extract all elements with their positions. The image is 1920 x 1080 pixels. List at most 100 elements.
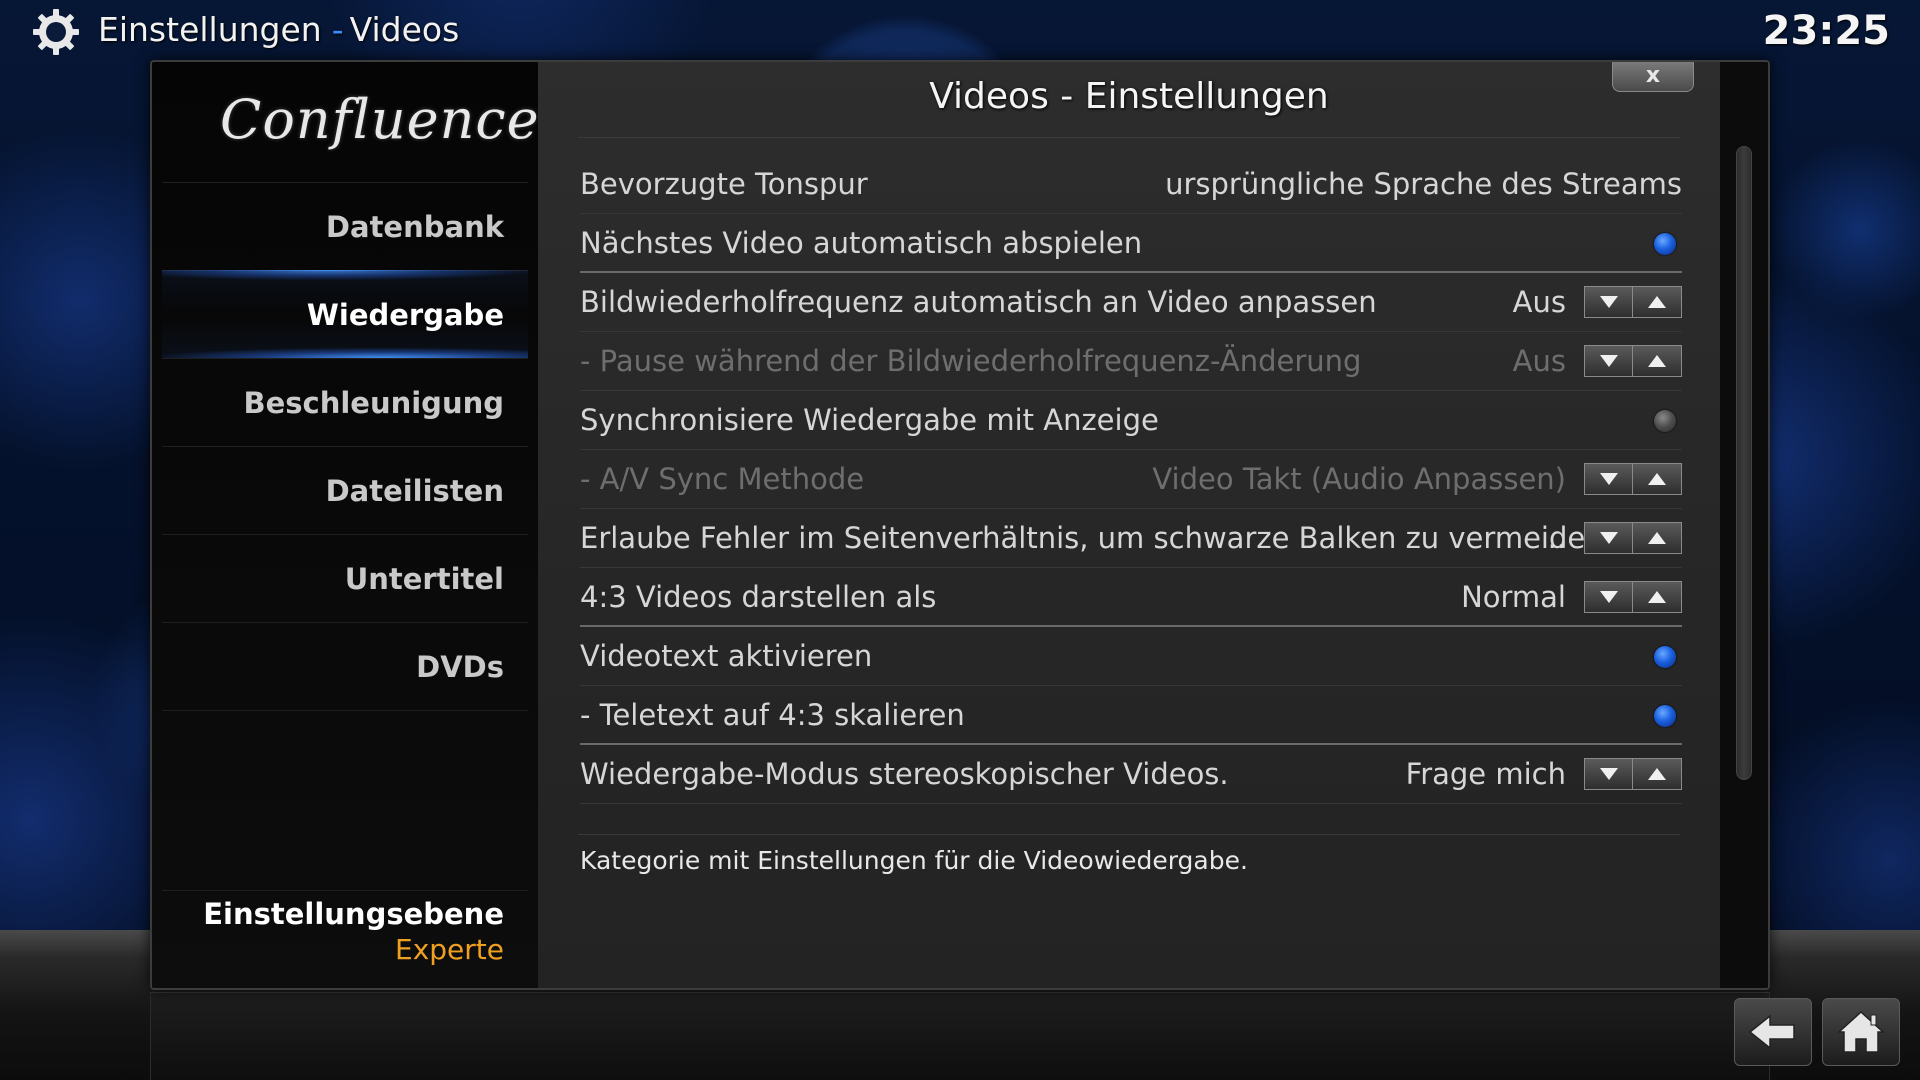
setting-value: Frage mich — [1405, 757, 1566, 791]
arrow-up-icon — [1648, 591, 1666, 603]
arrow-up-icon — [1648, 532, 1666, 544]
settings-level-value: Experte — [395, 933, 504, 966]
radio-off-icon[interactable] — [1654, 410, 1676, 432]
setting-row[interactable]: 4:3 Videos darstellen als Normal — [580, 568, 1682, 627]
spin-down-button[interactable] — [1584, 463, 1633, 495]
arrow-down-icon — [1599, 532, 1618, 544]
setting-label: Bildwiederholfrequenz automatisch an Vid… — [580, 285, 1377, 319]
setting-value: Aus — [1512, 285, 1566, 319]
spin-control — [1584, 581, 1682, 613]
sidebar-item-label: Datenbank — [325, 210, 504, 244]
sidebar-item-label: Dateilisten — [325, 474, 504, 508]
sidebar-item-dateilisten[interactable]: Dateilisten — [162, 446, 528, 534]
breadcrumb: Einstellungen - Videos — [98, 10, 459, 49]
spin-down-button[interactable] — [1584, 758, 1633, 790]
radio-on-icon[interactable] — [1654, 705, 1676, 727]
setting-row[interactable]: Bevorzugte Tonspur ursprüngliche Sprache… — [580, 155, 1682, 214]
spin-control — [1584, 758, 1682, 790]
sidebar-item-datenbank[interactable]: Datenbank — [162, 182, 528, 270]
arrow-down-icon — [1599, 473, 1618, 485]
setting-row[interactable]: Synchronisiere Wiedergabe mit Anzeige — [580, 391, 1682, 450]
title-divider — [578, 137, 1680, 138]
spin-control — [1584, 286, 1682, 318]
settings-level-label: Einstellungsebene — [203, 897, 504, 931]
spin-down-button[interactable] — [1584, 581, 1633, 613]
scrollbar-thumb[interactable] — [1736, 146, 1752, 780]
back-arrow-icon — [1748, 1014, 1795, 1050]
bottom-bar-panel — [150, 992, 1770, 1080]
arrow-up-icon — [1648, 473, 1666, 485]
radio-on-icon[interactable] — [1654, 233, 1676, 255]
settings-content: Videos - Einstellungen x Bevorzugte Tons… — [538, 62, 1720, 988]
setting-value: Aus — [1512, 344, 1566, 378]
setting-value: Video Takt (Audio Anpassen) — [1152, 462, 1566, 496]
setting-row[interactable]: Erlaube Fehler im Seitenverhältnis, um s… — [580, 509, 1682, 568]
logo: Confluence — [220, 88, 540, 151]
arrow-up-icon — [1648, 296, 1666, 308]
setting-row[interactable]: Videotext aktivieren — [580, 627, 1682, 686]
setting-label: Wiedergabe-Modus stereoskopischer Videos… — [580, 757, 1229, 791]
setting-description: Kategorie mit Einstellungen für die Vide… — [580, 846, 1248, 875]
back-button[interactable] — [1734, 998, 1812, 1066]
home-button[interactable] — [1822, 998, 1900, 1066]
sidebar-item-label: Untertitel — [344, 562, 504, 596]
sidebar-item-label: DVDs — [416, 650, 504, 684]
arrow-down-icon — [1599, 591, 1618, 603]
spin-control — [1584, 463, 1682, 495]
top-bar: Einstellungen - Videos 23:25 — [0, 0, 1920, 62]
setting-label: Synchronisiere Wiedergabe mit Anzeige — [580, 403, 1159, 437]
setting-label: - A/V Sync Methode — [580, 462, 865, 496]
sidebar-item-wiedergabe[interactable]: Wiedergabe — [162, 270, 528, 358]
home-icon — [1837, 1010, 1885, 1053]
arrow-up-icon — [1648, 355, 1666, 367]
spin-up-button[interactable] — [1633, 581, 1682, 613]
dialog-title: Videos - Einstellungen — [929, 76, 1329, 117]
setting-row[interactable]: Wiedergabe-Modus stereoskopischer Videos… — [580, 745, 1682, 804]
setting-label: 4:3 Videos darstellen als — [580, 580, 937, 614]
arrow-down-icon — [1599, 768, 1618, 780]
sidebar-item-dvds[interactable]: DVDs — [162, 622, 528, 710]
sidebar-item-untertitel[interactable]: Untertitel — [162, 534, 528, 622]
spin-up-button[interactable] — [1633, 345, 1682, 377]
setting-value: .. — [1547, 521, 1566, 555]
setting-label: Videotext aktivieren — [580, 639, 873, 673]
spin-control — [1584, 345, 1682, 377]
arrow-up-icon — [1648, 768, 1666, 780]
sidebar-nav: Datenbank Wiedergabe Beschleunigung Date… — [162, 182, 528, 711]
sidebar: Confluence Datenbank Wiedergabe Beschleu… — [152, 62, 540, 988]
settings-level-button[interactable]: Einstellungsebene Experte — [162, 890, 528, 966]
spin-down-button[interactable] — [1584, 286, 1633, 318]
spin-up-button[interactable] — [1633, 758, 1682, 790]
setting-row: - Pause während der Bildwiederholfrequen… — [580, 332, 1682, 391]
setting-label: - Pause während der Bildwiederholfrequen… — [580, 344, 1362, 378]
sidebar-item-label: Beschleunigung — [243, 386, 504, 420]
breadcrumb-section: Einstellungen — [98, 10, 322, 49]
spin-control — [1584, 522, 1682, 554]
gear-icon — [33, 9, 79, 55]
spin-up-button[interactable] — [1633, 286, 1682, 318]
clock: 23:25 — [1762, 8, 1890, 54]
breadcrumb-page: Videos — [349, 10, 460, 49]
setting-row[interactable]: Bildwiederholfrequenz automatisch an Vid… — [580, 273, 1682, 332]
close-button[interactable]: x — [1612, 62, 1694, 92]
setting-row[interactable]: Nächstes Video automatisch abspielen — [580, 214, 1682, 273]
spin-down-button[interactable] — [1584, 522, 1633, 554]
setting-row[interactable]: - Teletext auf 4:3 skalieren — [580, 686, 1682, 745]
settings-list: Bevorzugte Tonspur ursprüngliche Sprache… — [580, 155, 1682, 804]
setting-label: Nächstes Video automatisch abspielen — [580, 226, 1143, 260]
setting-label: Erlaube Fehler im Seitenverhältnis, um s… — [580, 521, 1604, 555]
spin-down-button[interactable] — [1584, 345, 1633, 377]
setting-label: - Teletext auf 4:3 skalieren — [580, 698, 965, 732]
arrow-down-icon — [1599, 296, 1618, 308]
sidebar-item-beschleunigung[interactable]: Beschleunigung — [162, 358, 528, 446]
radio-on-icon[interactable] — [1654, 646, 1676, 668]
spin-up-button[interactable] — [1633, 522, 1682, 554]
description-divider — [578, 834, 1680, 835]
sidebar-item-label: Wiedergabe — [306, 298, 504, 332]
setting-value: Normal — [1461, 580, 1566, 614]
setting-row: - A/V Sync Methode Video Takt (Audio Anp… — [580, 450, 1682, 509]
setting-value: ursprüngliche Sprache des Streams — [1165, 167, 1682, 201]
spin-up-button[interactable] — [1633, 463, 1682, 495]
setting-label: Bevorzugte Tonspur — [580, 167, 868, 201]
settings-dialog: Confluence Datenbank Wiedergabe Beschleu… — [150, 60, 1770, 990]
